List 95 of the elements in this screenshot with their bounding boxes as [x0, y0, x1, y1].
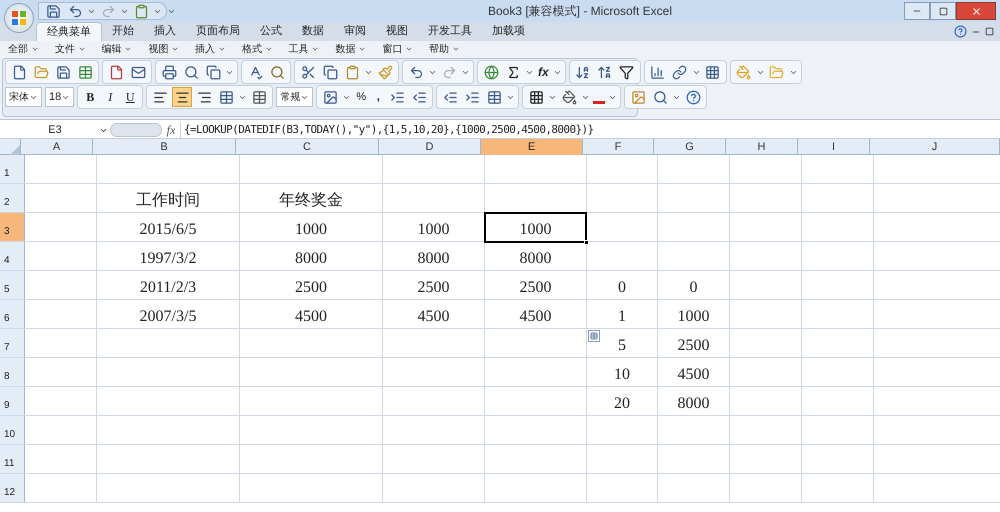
select-all-triangle-icon — [10, 145, 20, 155]
ribbon-tab[interactable]: 视图 — [376, 22, 418, 41]
cell-text: 2500 — [418, 278, 450, 298]
underline-button[interactable]: U — [121, 88, 140, 106]
name-box[interactable]: E3 — [0, 122, 110, 138]
menu-item[interactable]: 文件 — [50, 42, 90, 57]
ribbon-tab[interactable]: 插入 — [144, 22, 186, 41]
column-header[interactable]: J — [870, 139, 1000, 155]
cell-text: 0 — [618, 278, 626, 298]
cell-text: 1000 — [295, 220, 327, 240]
formula-bar-handle[interactable] — [110, 123, 162, 137]
office-logo-icon — [11, 10, 27, 26]
ribbon-tab[interactable]: 公式 — [250, 22, 292, 41]
cell-text: 4500 — [520, 307, 552, 327]
insert-function-button[interactable]: fx — [162, 121, 180, 139]
cell-text: 2015/6/5 — [140, 220, 196, 240]
cell-text: 8000 — [520, 249, 552, 269]
row-header[interactable]: 5 — [0, 271, 25, 299]
menu-item[interactable]: 窗口 — [378, 42, 418, 57]
bold-button[interactable]: B — [81, 88, 100, 106]
menu-item[interactable]: 帮助 — [425, 42, 464, 57]
menu-item[interactable]: 视图 — [144, 42, 184, 57]
menu-item[interactable]: 工具 — [284, 42, 324, 57]
cell-text: 1 — [618, 307, 626, 327]
row-header[interactable]: 2 — [0, 184, 25, 212]
cell-text: 1997/3/2 — [140, 249, 196, 269]
table-icon — [590, 332, 598, 340]
menu-item[interactable]: 插入 — [191, 42, 230, 57]
column-header[interactable]: C — [236, 139, 379, 155]
menu-item[interactable]: 数据 — [331, 42, 370, 57]
window-title: Book3 [兼容模式] - Microsoft Excel — [488, 3, 672, 20]
column-header[interactable]: F — [583, 139, 654, 155]
font-size-dropdown[interactable]: 18 — [45, 87, 74, 107]
column-header[interactable]: E — [481, 139, 583, 155]
cell-text: 1000 — [520, 220, 552, 240]
cell-text: 工作时间 — [136, 191, 200, 211]
ribbon-tab[interactable]: 加载项 — [482, 22, 535, 41]
restore-icon[interactable] — [985, 27, 994, 36]
cell-text: 10 — [614, 365, 630, 385]
restore-button[interactable] — [930, 2, 956, 20]
cell-text: 2500 — [678, 336, 710, 356]
row-header[interactable]: 8 — [0, 358, 25, 386]
column-header[interactable]: G — [654, 139, 726, 155]
help-icon[interactable] — [954, 25, 967, 38]
ribbon-tab[interactable]: 数据 — [292, 22, 334, 41]
row-header[interactable]: 3 — [0, 213, 25, 241]
cell-text: 1000 — [678, 307, 710, 327]
ribbon-tab[interactable]: 经典菜单 — [36, 22, 102, 41]
cell-text: 5 — [618, 336, 626, 356]
cell-text: 8000 — [295, 249, 327, 269]
percent-button[interactable]: % — [353, 88, 370, 106]
menu-item[interactable]: 格式 — [238, 42, 277, 57]
row-header[interactable]: 4 — [0, 242, 25, 270]
menu-item[interactable]: 全部 — [4, 42, 43, 57]
ribbon-tab[interactable]: 审阅 — [334, 22, 376, 41]
cell-text: 4500 — [295, 307, 327, 327]
restore-icon — [938, 6, 948, 16]
cell-text: 4500 — [418, 307, 450, 327]
close-icon — [970, 6, 982, 16]
column-header[interactable]: H — [726, 139, 798, 155]
ribbon-tab[interactable]: 页面布局 — [186, 22, 250, 41]
cell-text: 8000 — [678, 394, 710, 414]
row-header[interactable]: 9 — [0, 387, 25, 415]
column-header[interactable]: B — [93, 139, 236, 155]
number-format-dropdown[interactable]: 常规 — [276, 87, 314, 107]
close-button[interactable] — [956, 2, 996, 20]
comma-button[interactable]: , — [371, 88, 386, 106]
cell-text: 2007/3/5 — [140, 307, 196, 327]
align-center-icon — [174, 90, 190, 104]
office-button[interactable] — [4, 3, 34, 33]
ribbon-tab[interactable]: 开发工具 — [418, 22, 482, 41]
cell-text: 2500 — [295, 278, 327, 298]
function-icon[interactable]: fx — [536, 63, 551, 81]
italic-button[interactable]: I — [101, 88, 120, 106]
cell-text: 1000 — [418, 220, 450, 240]
column-header[interactable]: I — [798, 139, 870, 155]
cell-text: 4500 — [678, 365, 710, 385]
row-header[interactable]: 10 — [0, 416, 25, 444]
cell-text: 0 — [690, 278, 698, 298]
row-header[interactable]: 12 — [0, 474, 25, 502]
cell-text: 2500 — [520, 278, 552, 298]
row-header[interactable]: 7 — [0, 329, 25, 357]
paste-options-icon[interactable] — [588, 330, 600, 342]
cell-text: 2011/2/3 — [140, 278, 196, 298]
align-center-button[interactable] — [172, 87, 192, 107]
cell-text: 20 — [614, 394, 630, 414]
fill-handle[interactable] — [584, 240, 589, 245]
cell-text: 8000 — [418, 249, 450, 269]
row-header[interactable]: 6 — [0, 300, 25, 328]
menu-item[interactable]: 编辑 — [98, 42, 136, 57]
ribbon-tab[interactable]: 开始 — [102, 22, 144, 41]
row-header[interactable]: 1 — [0, 155, 25, 183]
row-header[interactable]: 11 — [0, 445, 25, 473]
font-dropdown[interactable]: 宋体 — [5, 87, 42, 107]
cell-text: 年终奖金 — [279, 191, 343, 211]
